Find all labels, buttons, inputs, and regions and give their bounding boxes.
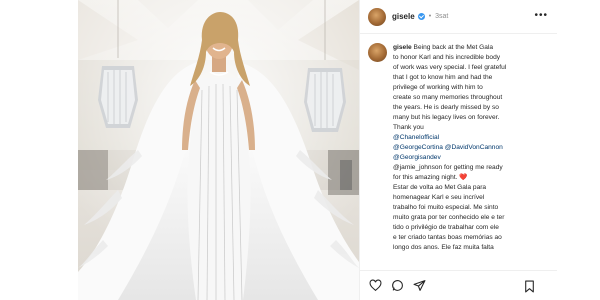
separator-dot: •	[428, 13, 432, 20]
action-bar	[360, 270, 558, 300]
more-horizontal-icon[interactable]: •••	[534, 11, 548, 21]
caption-line: to honor Karl and his incredible body	[393, 54, 501, 61]
verified-badge-icon	[417, 13, 425, 20]
mention-link[interactable]: @Chanelofficial	[393, 133, 550, 143]
bookmark-icon[interactable]	[523, 280, 536, 293]
caption-text: gisele Being back at the Met Gala to hon…	[393, 43, 550, 253]
caption-line-pt: tido o privilégio de trabalhar com ele	[393, 224, 499, 231]
caption-line: for this amazing night. ❤️	[393, 174, 468, 181]
caption-line-pt: Estar de volta ao Met Gala para	[393, 184, 487, 191]
caption-line: the years. He is dearly missed by so	[393, 104, 499, 111]
page-margin-left	[0, 0, 78, 300]
post-header: gisele • 3sat •••	[360, 0, 558, 34]
caption-line: that I got to know him and had the	[393, 74, 493, 81]
caption-line-pt: muito grata por ter conhecido ele e ter	[393, 214, 505, 221]
page-margin-right	[557, 0, 600, 300]
caption-line: many but his legacy lives on forever.	[393, 114, 500, 121]
caption-line: gisele Being back at the Met Gala	[393, 44, 494, 51]
heart-icon[interactable]	[369, 279, 382, 292]
avatar[interactable]	[368, 7, 386, 26]
post-time[interactable]: 3sat	[435, 13, 448, 20]
mention-link[interactable]: @Georgisandev	[393, 153, 550, 163]
caption-line: @jamie_johnson for getting me ready	[393, 164, 503, 171]
caption-line: of work was very special. I feel gratefu…	[393, 64, 507, 71]
username[interactable]: gisele	[392, 12, 415, 21]
caption-line-pt: homenagear Karl e seu incrível	[393, 194, 485, 201]
send-icon[interactable]	[413, 279, 426, 292]
mention-link[interactable]: @GeorgeCortina @DavidVonCannon	[393, 143, 550, 153]
comment-icon[interactable]	[391, 279, 404, 292]
caption-line-pt: trabalho foi muito especial. Me sinto	[393, 204, 499, 211]
caption-username[interactable]: gisele	[393, 44, 412, 51]
post-sidebar: gisele • 3sat ••• gisele Being back at t…	[359, 0, 558, 300]
post-photo[interactable]	[78, 0, 359, 300]
caption-line: Thank you	[393, 124, 424, 131]
photo-illustration	[78, 0, 359, 300]
caption-line-pt: longo dos anos. Ele faz muita falta	[393, 244, 494, 251]
caption: gisele Being back at the Met Gala to hon…	[368, 43, 550, 253]
caption-area: gisele Being back at the Met Gala to hon…	[360, 35, 558, 268]
caption-line: privilege of working with him to	[393, 84, 483, 91]
instagram-post-page: gisele • 3sat ••• gisele Being back at t…	[0, 0, 600, 300]
caption-line-pt: e ter criado tantas boas memórias ao	[393, 234, 502, 241]
caption-line: create so many memories throughout	[393, 94, 503, 101]
caption-avatar[interactable]	[368, 43, 387, 62]
